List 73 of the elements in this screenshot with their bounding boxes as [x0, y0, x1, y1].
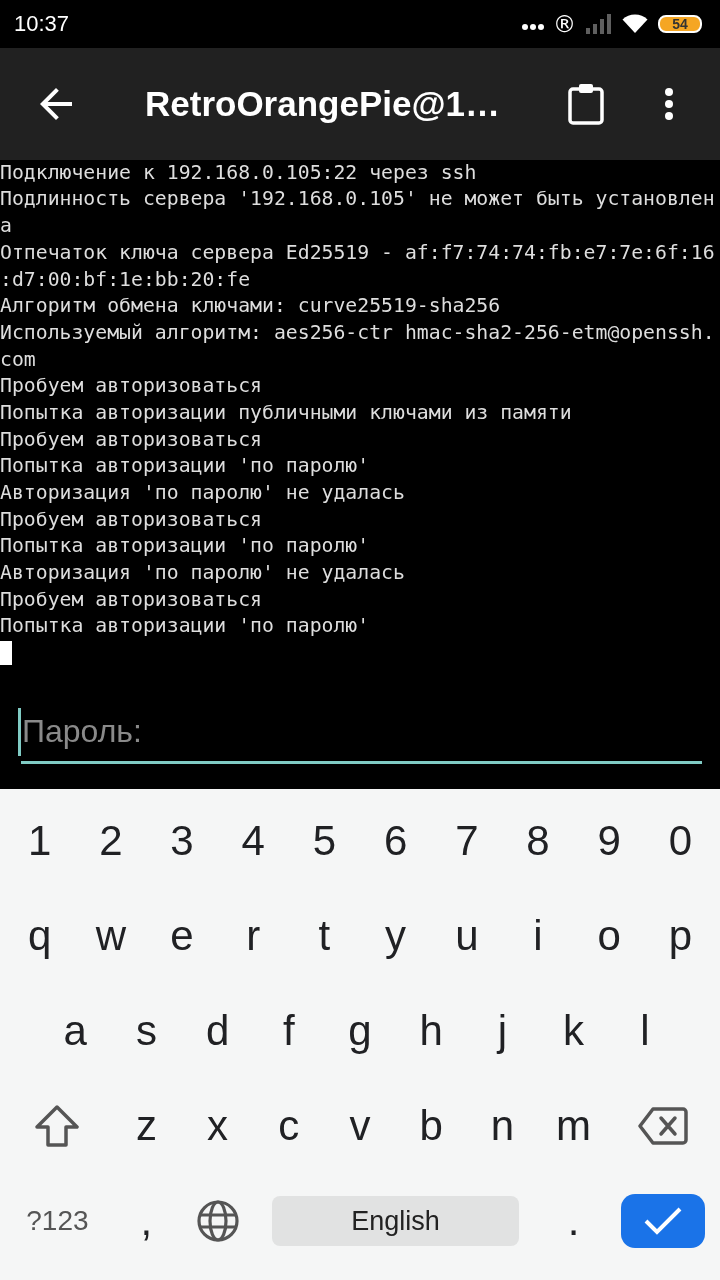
keyboard-key[interactable]: e — [146, 888, 218, 984]
window-title: RetroOrangePie@1… — [145, 83, 502, 124]
terminal-line: Попытка авторизации 'по паролю' — [0, 533, 371, 560]
terminal-line: Используемый алгоритм: aes256-ctr hmac-sha2-256-etm@openssh.com — [0, 319, 716, 373]
keyboard-key[interactable]: h — [395, 983, 467, 1079]
keyboard-key[interactable]: , — [110, 1173, 182, 1269]
keyboard-key[interactable]: . — [538, 1173, 610, 1269]
keyboard-key[interactable]: k — [538, 983, 610, 1079]
space-bar[interactable]: English — [272, 1196, 520, 1247]
enter-button[interactable] — [620, 1194, 705, 1249]
keyboard-key[interactable]: 6 — [360, 793, 432, 889]
battery-indicator: 54 — [658, 14, 702, 33]
keyboard-key[interactable]: 4 — [217, 793, 289, 889]
terminal-line: Алгоритм обмена ключами: curve25519-sha256 — [0, 293, 502, 320]
terminal-line: Подключение к 192.168.0.105:22 через ssh — [0, 159, 478, 186]
keyboard-key[interactable]: c — [253, 1078, 325, 1174]
keyboard-key[interactable]: q — [4, 888, 76, 984]
clipboard-icon[interactable] — [568, 82, 604, 125]
keyboard-key[interactable]: p — [644, 888, 717, 984]
back-arrow-icon[interactable] — [40, 87, 72, 120]
more-notifications-icon — [522, 23, 544, 30]
terminal-line: Пробуем авторизоваться — [0, 426, 263, 453]
terminal-line: Попытка авторизации 'по паролю' — [0, 613, 371, 640]
terminal-line: Отпечаток ключа сервера Ed25519 - af:f7:74:74:fb:e7:7e:6f:16:d7:00:bf:1e:bb:20:fe — [0, 239, 716, 293]
keyboard-key[interactable]: l — [609, 983, 681, 1079]
password-field[interactable]: Пароль: — [21, 704, 702, 764]
keyboard-key[interactable]: j — [466, 983, 538, 1079]
registered-sign: ® — [553, 11, 576, 36]
terminal-line: Пробуем авторизоваться — [0, 506, 263, 533]
terminal-line: Пробуем авторизоваться — [0, 373, 263, 400]
keyboard-key[interactable]: t — [288, 888, 360, 984]
keyboard-key[interactable]: d — [182, 983, 254, 1079]
keyboard-key[interactable]: m — [538, 1078, 610, 1174]
keyboard-key[interactable]: z — [110, 1078, 182, 1174]
symbols-key[interactable]: ?123 — [4, 1173, 111, 1269]
keyboard-key[interactable]: 7 — [431, 793, 503, 889]
status-time: 10:37 — [14, 10, 70, 37]
more-options-icon[interactable] — [664, 87, 674, 120]
terminal-line: Попытка авторизации публичными ключами из памяти — [0, 399, 573, 426]
keyboard-key[interactable]: v — [324, 1078, 396, 1174]
block-cursor-icon — [0, 641, 12, 666]
keyboard-key[interactable]: 1 — [4, 793, 76, 889]
keyboard-key[interactable]: f — [253, 983, 325, 1079]
keyboard-key[interactable]: 2 — [75, 793, 147, 889]
keyboard-key[interactable]: 0 — [644, 793, 717, 889]
keyboard-key[interactable]: w — [75, 888, 147, 984]
terminal-line: Пробуем авторизоваться — [0, 586, 263, 613]
terminal-line: Подлинность сервера '192.168.0.105' не может быть установлена — [0, 186, 716, 240]
keyboard-key[interactable]: s — [110, 983, 182, 1079]
keyboard-key[interactable]: u — [431, 888, 503, 984]
signal-icon — [586, 13, 612, 34]
keyboard-key[interactable]: y — [360, 888, 432, 984]
keyboard-key[interactable]: 5 — [288, 793, 360, 889]
keyboard-key[interactable]: a — [39, 983, 111, 1079]
terminal-line: Авторизация 'по паролю' не удалась — [0, 479, 406, 506]
keyboard-key[interactable]: n — [466, 1078, 538, 1174]
backspace-icon[interactable] — [637, 1107, 688, 1146]
keyboard-key[interactable]: b — [395, 1078, 467, 1174]
keyboard-key[interactable]: o — [573, 888, 645, 984]
wifi-icon — [622, 14, 648, 34]
shift-icon[interactable] — [35, 1105, 80, 1148]
text-caret-icon — [18, 707, 21, 756]
checkmark-icon — [642, 1206, 683, 1237]
keyboard-key[interactable]: x — [182, 1078, 254, 1174]
keyboard-key[interactable]: r — [217, 888, 289, 984]
terminal-line: Авторизация 'по паролю' не удалась — [0, 559, 406, 586]
keyboard-key[interactable]: 3 — [146, 793, 218, 889]
keyboard-key[interactable]: g — [324, 983, 396, 1079]
keyboard-key[interactable]: 8 — [502, 793, 574, 889]
globe-icon[interactable] — [196, 1200, 239, 1243]
terminal-line: Попытка авторизации 'по паролю' — [0, 453, 371, 480]
keyboard-key[interactable]: 9 — [573, 793, 645, 889]
keyboard-key[interactable]: i — [502, 888, 574, 984]
